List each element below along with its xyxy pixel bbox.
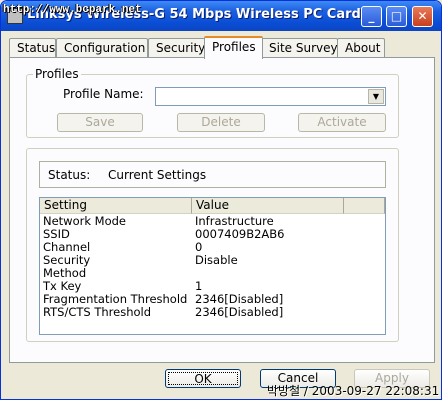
- profile-name-label: Profile Name:: [63, 87, 144, 101]
- minimize-button[interactable]: _: [361, 6, 382, 27]
- close-button[interactable]: ✕: [412, 6, 433, 27]
- value-cell: 0007409B2AB6: [195, 227, 285, 241]
- column-header-value[interactable]: Value: [192, 198, 344, 214]
- screenshot-caption: 박방철 / 2003-09-27 22:08:31: [267, 384, 440, 398]
- save-button[interactable]: Save: [57, 113, 143, 132]
- profiles-group-title: Profiles: [33, 67, 81, 81]
- status-box: Status: Current Settings: [39, 161, 386, 188]
- column-header-empty: [344, 198, 385, 214]
- wireless-pc-card-window: Linksys Wireless-G 54 Mbps Wireless PC C…: [0, 0, 442, 400]
- tab-configuration[interactable]: Configuration: [56, 38, 148, 58]
- profile-name-select[interactable]: ▼: [155, 87, 386, 106]
- tab-strip: Status Configuration Security Profiles S…: [9, 36, 437, 59]
- column-header-setting[interactable]: Setting: [40, 198, 192, 214]
- value-cell: Disable: [195, 253, 238, 267]
- table-row[interactable]: RTS/CTS Threshold 2346[Disabled]: [40, 306, 398, 319]
- status-label: Status:: [48, 168, 91, 182]
- tab-profiles[interactable]: Profiles: [204, 36, 263, 59]
- current-settings-group: Status: Current Settings Setting Value N…: [26, 148, 399, 342]
- table-row[interactable]: Security Disable: [40, 254, 398, 267]
- delete-button[interactable]: Delete: [177, 113, 265, 132]
- ok-button[interactable]: OK: [165, 369, 241, 388]
- profiles-group: Profiles Profile Name: ▼ Save Delete Act…: [26, 67, 399, 138]
- activate-button[interactable]: Activate: [298, 113, 386, 132]
- settings-list[interactable]: Setting Value Network Mode Infrastructur…: [39, 197, 386, 335]
- ok-button-label: OK: [168, 372, 238, 386]
- tab-site-survey[interactable]: Site Survey: [261, 38, 338, 58]
- chevron-down-icon[interactable]: ▼: [368, 89, 384, 104]
- status-value: Current Settings: [108, 168, 207, 182]
- setting-cell: RTS/CTS Threshold: [43, 305, 152, 319]
- tab-status[interactable]: Status: [9, 38, 56, 58]
- table-row[interactable]: Method: [40, 267, 398, 280]
- profiles-panel: Profiles Profile Name: ▼ Save Delete Act…: [9, 57, 435, 363]
- table-row[interactable]: SSID 0007409B2AB6: [40, 228, 398, 241]
- value-cell: 2346[Disabled]: [195, 305, 284, 319]
- maximize-button[interactable]: □: [386, 6, 407, 27]
- watermark-url: http://www.bcpark.net: [3, 4, 142, 16]
- tab-about[interactable]: About: [337, 38, 385, 58]
- tab-security[interactable]: Security: [148, 38, 206, 58]
- settings-list-header: Setting Value: [40, 198, 385, 214]
